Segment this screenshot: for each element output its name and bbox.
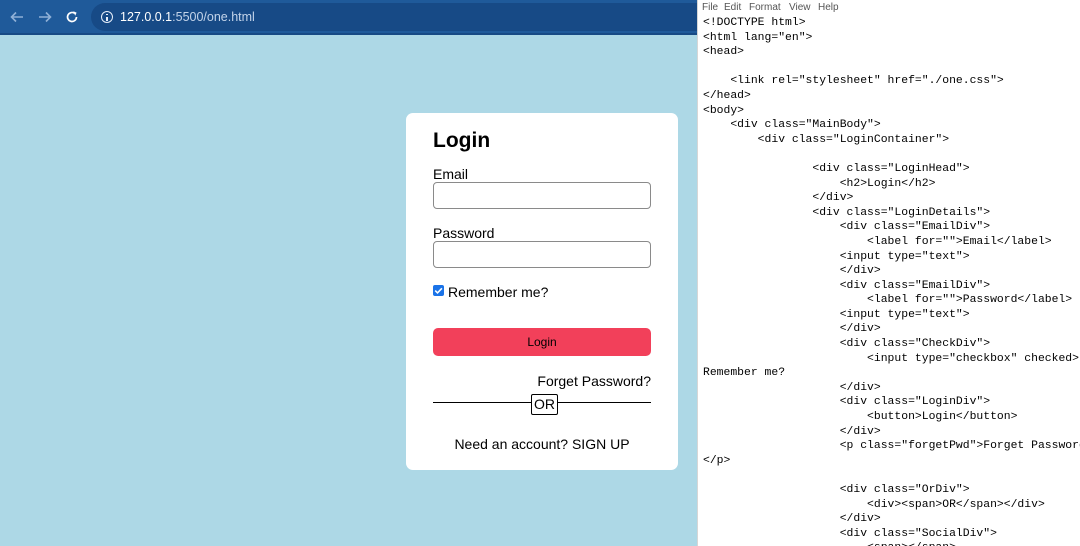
code-line: </div> [703, 323, 881, 336]
code-line: <body> [703, 104, 745, 117]
password-input[interactable] [433, 241, 651, 268]
url-text: 127.0.0.1:5500/one.html [120, 10, 255, 24]
code-line: </div> [703, 513, 881, 526]
code-line: <label for="">Password</label> [703, 294, 1073, 307]
login-button[interactable]: Login [433, 328, 651, 356]
url-host: 127.0.0.1 [120, 10, 173, 24]
remember-me-checkbox[interactable] [433, 285, 444, 296]
code-line: </div> [703, 192, 854, 205]
login-container: Login Email Password Remember me? Login … [406, 113, 678, 470]
or-label: OR [531, 394, 558, 415]
address-bar[interactable]: 127.0.0.1:5500/one.html [91, 3, 697, 31]
menu-help[interactable]: Help [818, 2, 839, 13]
url-path: :5500/one.html [172, 10, 255, 24]
menu-view[interactable]: View [789, 2, 811, 13]
code-line: <div><span>OR</span></div> [703, 498, 1045, 511]
editor-text-area[interactable]: <!DOCTYPE html> <html lang="en"> <head> <l… [703, 16, 1080, 546]
code-line: <div class="EmailDiv"> [703, 279, 991, 292]
menu-format[interactable]: Format [749, 2, 781, 13]
code-line: <div class="LoginHead"> [703, 162, 970, 175]
remember-me-label: Remember me? [448, 284, 549, 300]
code-line: <!DOCTYPE html> [703, 17, 806, 29]
checkmark-icon [434, 287, 443, 295]
text-editor-window: File Edit Format View Help <!DOCTYPE htm… [697, 0, 1080, 546]
signup-link[interactable]: SIGN UP [572, 436, 630, 452]
code-line: <h2>Login</h2> [703, 177, 936, 190]
code-line: <head> [703, 46, 745, 59]
menu-file[interactable]: File [702, 2, 718, 13]
signup-prefix: Need an account? [454, 436, 572, 452]
login-title: Login [433, 129, 491, 152]
code-line: <div class="LoginContainer"> [703, 133, 950, 146]
code-line: <div class="LoginDetails"> [703, 206, 991, 219]
signup-prompt: Need an account? SIGN UP [406, 436, 678, 452]
forward-arrow-icon[interactable] [34, 6, 56, 28]
forget-password-link[interactable]: Forget Password? [537, 373, 651, 389]
code-line: </p> [703, 454, 731, 467]
code-line: <label for="">Email</label> [703, 235, 1052, 248]
email-label: Email [433, 166, 469, 182]
code-line: <div class="LoginDiv"> [703, 396, 991, 409]
back-arrow-icon[interactable] [6, 6, 28, 28]
code-line: </div> [703, 425, 881, 438]
site-info-icon[interactable] [101, 11, 113, 23]
code-line: Remember me? [703, 367, 786, 380]
code-line: <div class="SocialDiv"> [703, 527, 997, 540]
email-input[interactable] [433, 182, 651, 209]
code-line: <div class="OrDiv"> [703, 484, 970, 496]
code-line: <html lang="en"> [703, 31, 813, 44]
browser-toolbar: 127.0.0.1:5500/one.html [0, 0, 697, 35]
code-line: <p class="forgetPwd">Forget Password? [703, 440, 1080, 453]
code-line: </head> [703, 89, 751, 102]
code-line: </div> [703, 265, 881, 278]
editor-menubar: File Edit Format View Help [698, 0, 1080, 16]
code-line: <div class="CheckDiv"> [703, 338, 991, 351]
code-line: <span></span> [703, 541, 1080, 546]
code-line: <link rel="stylesheet" href="./one.css"> [703, 75, 1004, 88]
code-line: <button>Login</button> [703, 411, 1018, 424]
code-line: <div class="MainBody"> [703, 119, 881, 132]
code-line: </div> [703, 381, 881, 394]
password-label: Password [433, 225, 495, 241]
reload-icon[interactable] [61, 6, 83, 28]
browser-window: 127.0.0.1:5500/one.html Login Email Pass… [0, 0, 697, 546]
code-line: <div class="EmailDiv"> [703, 221, 991, 234]
code-line: <input type="checkbox" checked> [703, 352, 1079, 365]
code-line: <input type="text"> [703, 308, 970, 321]
menu-edit[interactable]: Edit [724, 2, 741, 13]
code-line: <input type="text"> [703, 250, 970, 263]
